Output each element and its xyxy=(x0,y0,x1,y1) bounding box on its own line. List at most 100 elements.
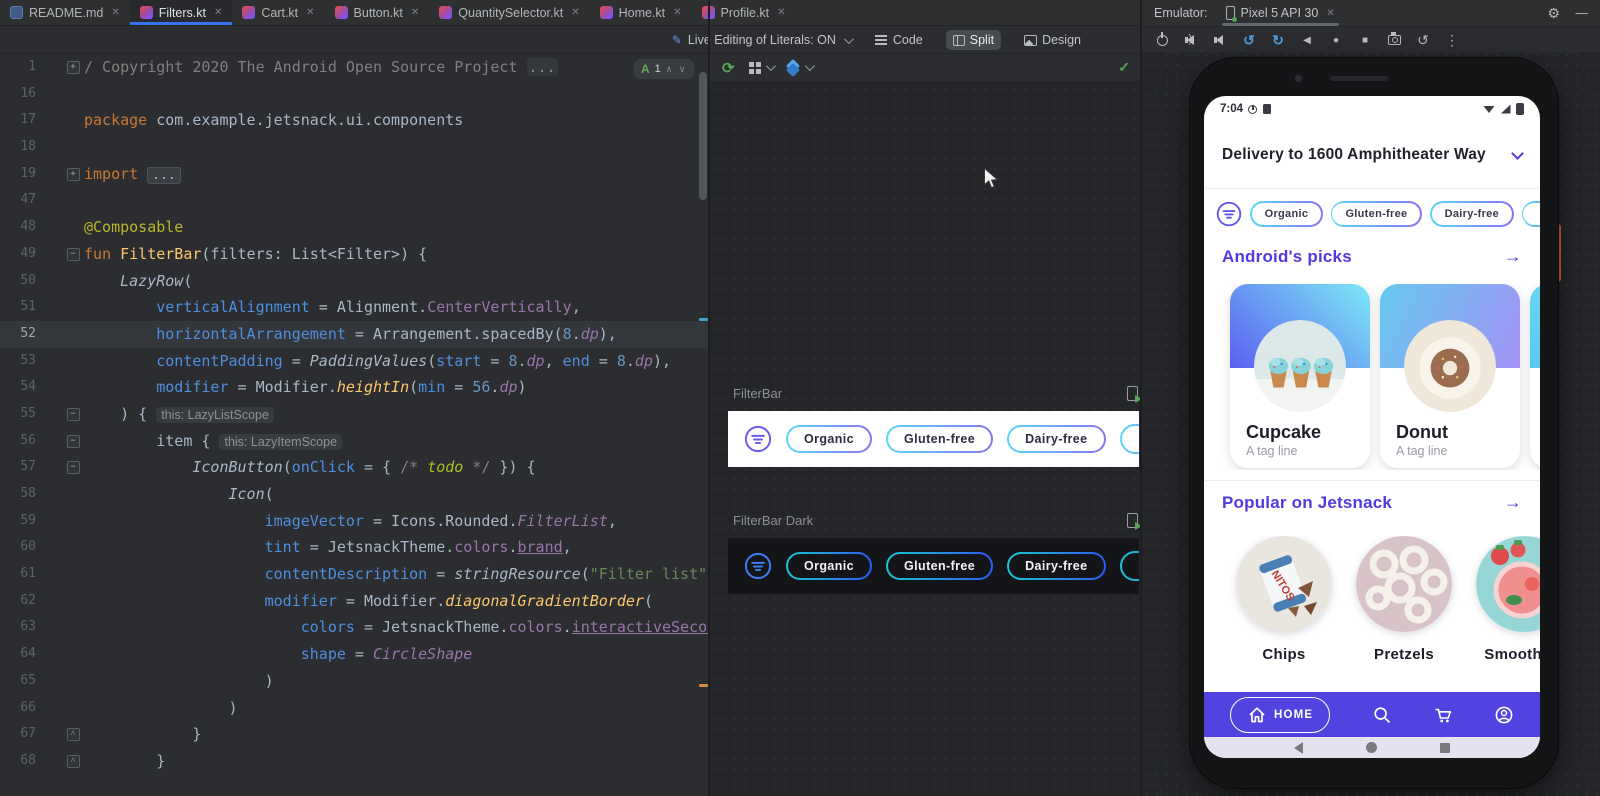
close-icon[interactable]: ✕ xyxy=(1326,8,1334,19)
file-tab[interactable]: README.md ✕ xyxy=(0,0,130,25)
editor-scrollbar[interactable] xyxy=(699,72,707,200)
fold-marker-icon xyxy=(62,748,84,775)
phone-screen[interactable]: 7:04 Delivery to 1600 Amphitheater Way O… xyxy=(1204,96,1540,758)
close-icon[interactable]: ✕ xyxy=(571,7,579,18)
front-camera xyxy=(1295,75,1302,82)
delivery-selector[interactable]: Delivery to 1600 Amphitheater Way xyxy=(1204,146,1540,164)
close-icon[interactable]: ✕ xyxy=(777,7,785,18)
code-text: Icon( xyxy=(228,485,274,503)
close-icon[interactable]: ✕ xyxy=(306,7,314,18)
tab-label: Cart.kt xyxy=(261,5,299,20)
filter-icon[interactable] xyxy=(744,425,772,453)
code-text: imageVector = Icons.Rounded.FilterList, xyxy=(264,511,617,530)
rotate-right-button[interactable]: ↻ xyxy=(1270,32,1286,48)
preview-layout-button[interactable] xyxy=(748,61,776,74)
run-on-device-icon[interactable] xyxy=(1127,513,1142,530)
popular-list: NITOS Chips Pretzels Smoothies xyxy=(1204,536,1540,676)
more-button[interactable]: ⋮ xyxy=(1444,32,1460,48)
file-tab[interactable]: QuantitySelector.kt ✕ xyxy=(429,0,589,25)
line-number: 68 xyxy=(20,752,36,768)
code-editor[interactable]: 1 / Copyright 2020 The Android Open Sourc… xyxy=(0,54,708,796)
layers-icon xyxy=(787,61,800,74)
filter-chip[interactable]: Gluten-free xyxy=(886,552,994,580)
screenshot-button[interactable] xyxy=(1386,32,1402,48)
preview-toolbar: ⟳ ✓ xyxy=(710,54,1140,82)
signal-icon xyxy=(1501,104,1511,114)
emulator-controls: ↺ ↻ ◀ ● ■ ↺ ⋮ xyxy=(1142,27,1600,54)
snapshots-button[interactable]: ↺ xyxy=(1415,32,1431,48)
prev-next-problem-buttons[interactable]: ∧ ∨ xyxy=(666,64,688,75)
filter-chip[interactable]: Gluten-free xyxy=(886,425,994,453)
filter-icon[interactable] xyxy=(1216,201,1242,227)
run-on-device-icon[interactable] xyxy=(1127,386,1142,403)
code-view-button[interactable]: Code xyxy=(867,30,930,50)
close-icon[interactable]: ✕ xyxy=(214,7,222,18)
data-saver-icon xyxy=(1248,104,1258,114)
nav-profile-icon[interactable] xyxy=(1494,705,1514,725)
code-line: 65 ) xyxy=(0,668,708,695)
analysis-mark-cyan[interactable] xyxy=(699,318,708,321)
earpiece-speaker xyxy=(1330,76,1388,81)
filter-chip[interactable]: Dairy-free xyxy=(1007,552,1106,580)
nav-home-tab[interactable]: HOME xyxy=(1230,696,1331,733)
minimize-icon[interactable]: — xyxy=(1576,6,1589,20)
file-tab[interactable]: Home.kt ✕ xyxy=(590,0,692,25)
analysis-mark-orange[interactable] xyxy=(699,684,708,687)
back-button[interactable]: ◀ xyxy=(1299,32,1315,48)
snack-card[interactable] xyxy=(1530,284,1540,468)
home-button[interactable]: ● xyxy=(1328,32,1344,48)
line-number: 55 xyxy=(20,405,36,421)
popular-item[interactable]: Smoothies xyxy=(1476,536,1540,676)
popular-item[interactable]: Pretzels xyxy=(1356,536,1452,676)
filter-chip[interactable]: Gluten-free xyxy=(1330,201,1423,227)
power-button[interactable] xyxy=(1154,31,1170,48)
filter-chip-partial[interactable] xyxy=(1119,551,1139,581)
gear-icon[interactable]: ⚙ xyxy=(1547,5,1560,22)
rotate-left-button[interactable]: ↺ xyxy=(1241,32,1257,48)
code-text: fun FilterBar(filters: List<Filter>) { xyxy=(84,244,428,263)
close-icon[interactable]: ✕ xyxy=(673,7,681,18)
snack-card[interactable]: Cupcake A tag line xyxy=(1230,284,1370,468)
filter-chip[interactable]: Organic xyxy=(1250,201,1323,227)
gutter xyxy=(62,588,84,615)
file-tab[interactable]: Button.kt ✕ xyxy=(325,0,430,25)
code-text: ) xyxy=(84,671,274,690)
filter-chip[interactable]: Organic xyxy=(786,425,873,453)
preview-layers-button[interactable] xyxy=(787,61,815,74)
nav-cart-icon[interactable] xyxy=(1433,705,1453,725)
filter-icon[interactable] xyxy=(744,552,772,580)
filter-chip-partial[interactable] xyxy=(1119,424,1139,454)
arrow-right-icon[interactable]: → xyxy=(1504,246,1522,267)
inspection-widget[interactable]: A 1 ∧ ∨ xyxy=(634,59,695,79)
overview-button[interactable]: ■ xyxy=(1357,32,1373,48)
nav-search-icon[interactable] xyxy=(1372,705,1392,725)
file-tab[interactable]: Filters.kt ✕ xyxy=(129,0,233,25)
android-back-button[interactable] xyxy=(1293,741,1303,754)
arrow-right-icon[interactable]: → xyxy=(1504,492,1522,513)
volume-up-button[interactable] xyxy=(1183,32,1199,48)
live-edit-control[interactable]: ✎ Live Editing of Literals: ON xyxy=(672,33,854,47)
file-tab[interactable]: Cart.kt ✕ xyxy=(232,0,324,25)
code-line: 67 } xyxy=(0,721,708,748)
filter-chip-partial[interactable] xyxy=(1521,201,1540,227)
refresh-preview-icon[interactable]: ⟳ xyxy=(722,59,735,77)
android-home-button[interactable] xyxy=(1365,742,1377,753)
filter-chip[interactable]: Dairy-free xyxy=(1007,425,1106,453)
emulator-device-tab[interactable]: Pixel 5 API 30 ✕ xyxy=(1221,0,1339,26)
filter-chip[interactable]: Dairy-free xyxy=(1430,201,1514,227)
design-view-button[interactable]: Design xyxy=(1017,30,1088,50)
split-view-button[interactable]: Split xyxy=(945,30,1002,50)
filterbar-preview-dark: Organic Gluten-free Dairy-free xyxy=(728,538,1139,594)
code-line: 63 colors = JetsnackTheme.colors.interac… xyxy=(0,614,708,641)
volume-down-button[interactable] xyxy=(1212,32,1228,48)
line-number: 58 xyxy=(20,486,36,501)
line-number: 52 xyxy=(20,325,36,341)
popular-item[interactable]: NITOS Chips xyxy=(1236,536,1332,676)
android-overview-button[interactable] xyxy=(1440,742,1451,753)
snack-card[interactable]: Donut A tag line xyxy=(1380,284,1520,468)
close-icon[interactable]: ✕ xyxy=(411,7,419,18)
status-time: 7:04 xyxy=(1220,103,1244,115)
close-icon[interactable]: ✕ xyxy=(111,7,119,18)
filter-chip[interactable]: Organic xyxy=(786,552,873,580)
